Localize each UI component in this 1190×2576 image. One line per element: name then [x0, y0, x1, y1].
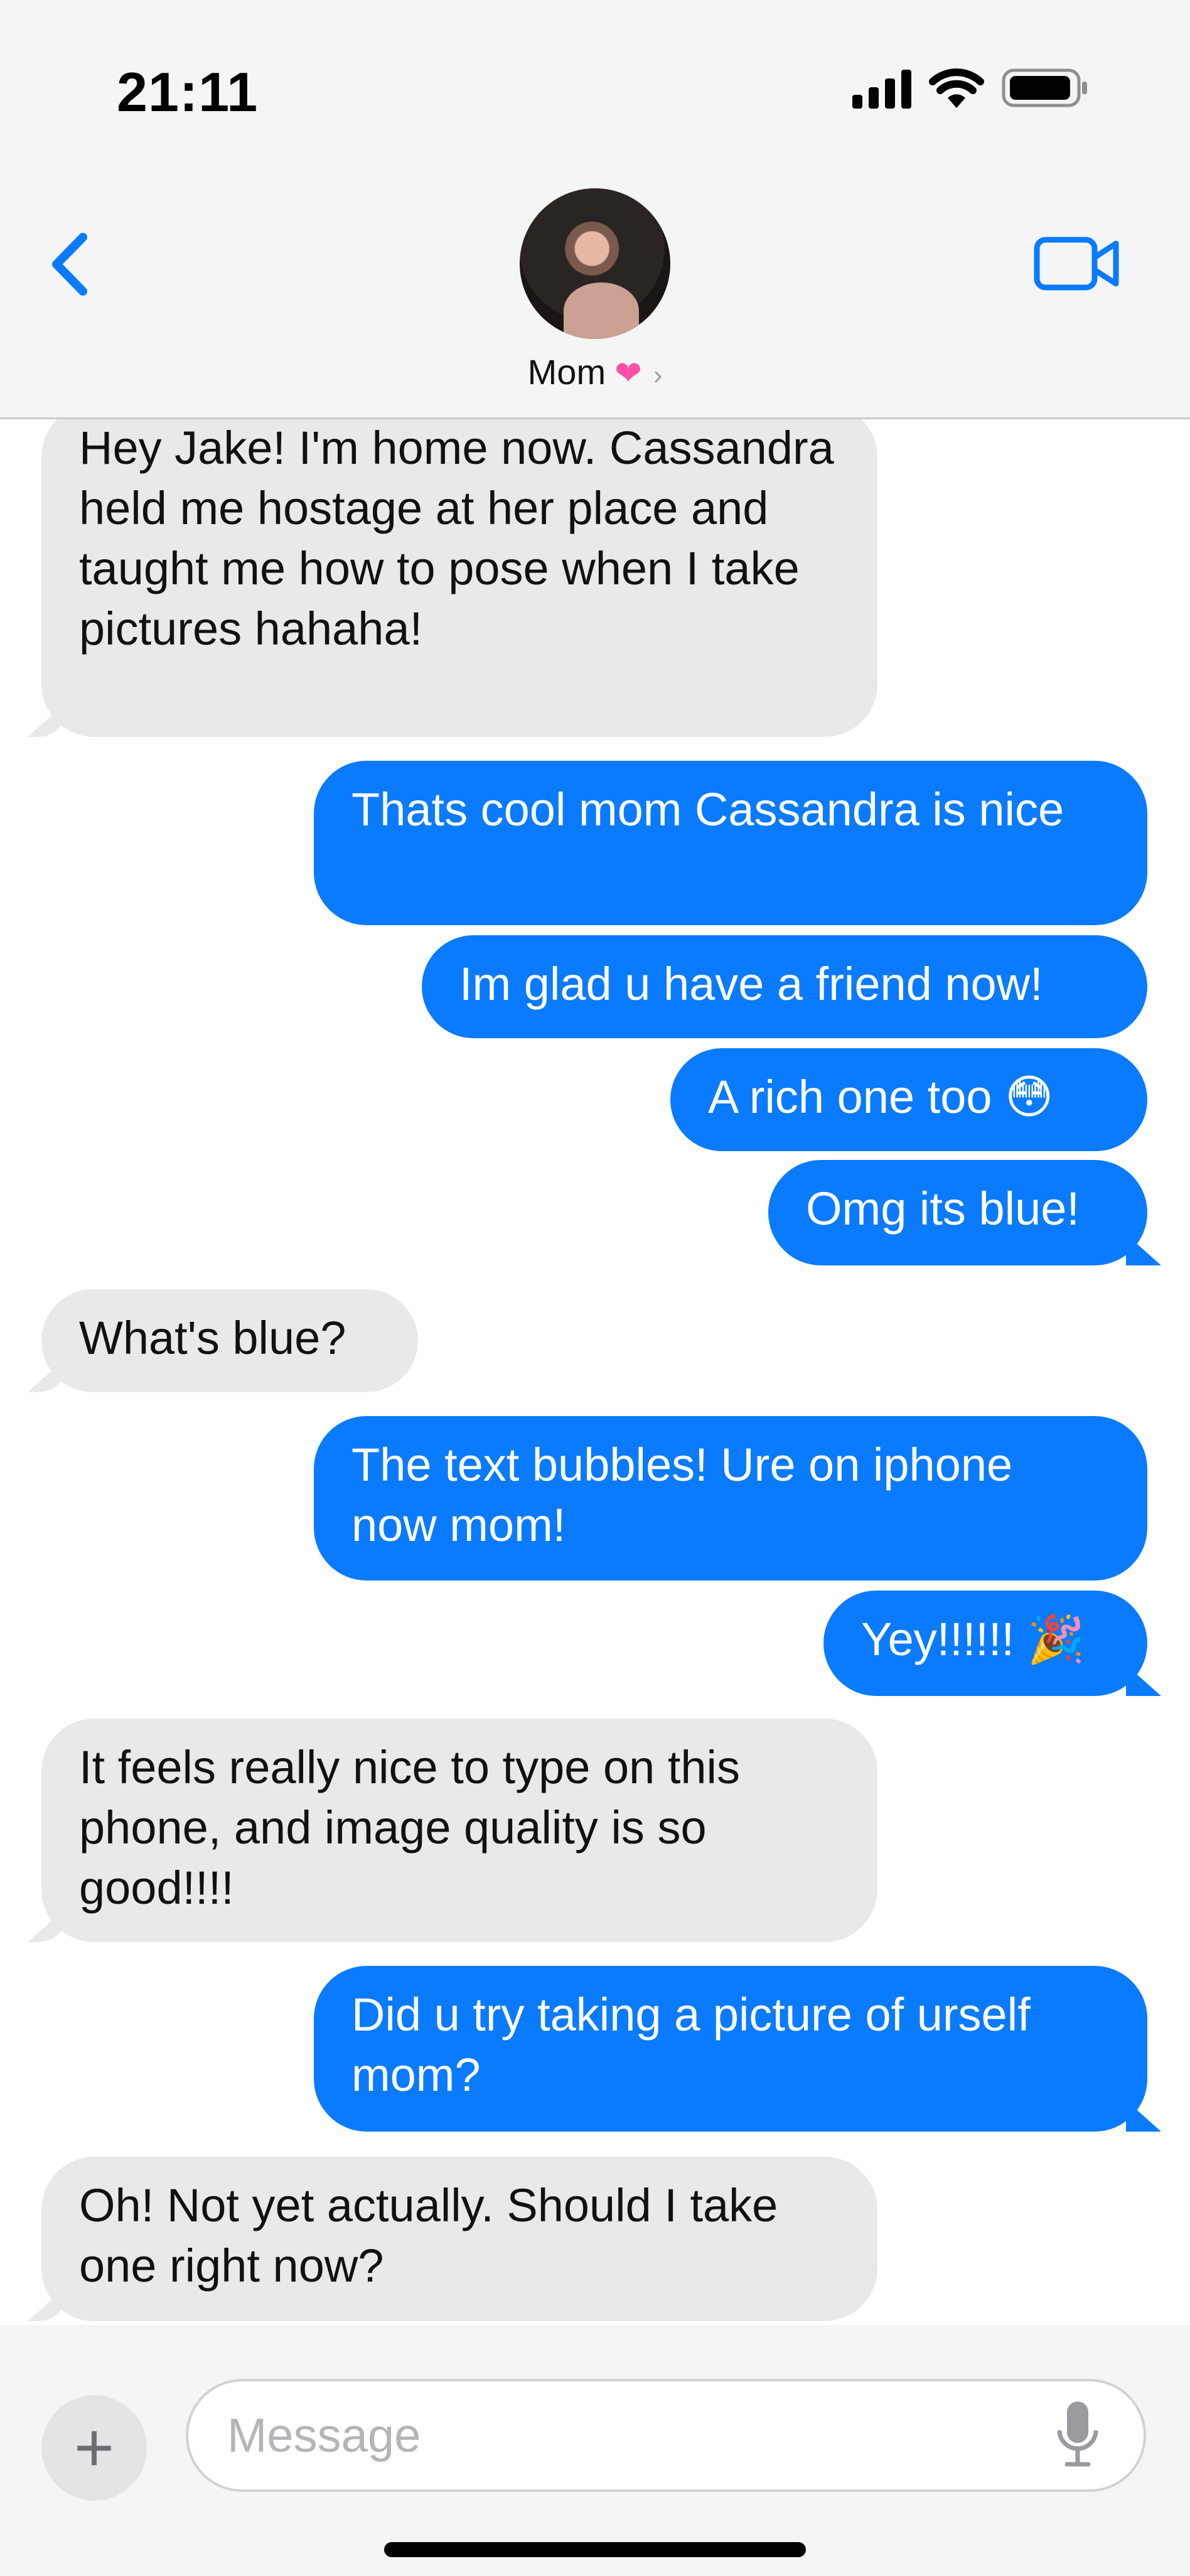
video-call-button[interactable] — [1033, 232, 1121, 295]
conversation-header: 21:11 Mom ❤ › — [0, 0, 1190, 419]
status-time: 21:11 — [117, 61, 259, 123]
message-bubble-sent[interactable]: Im glad u have a friend now! — [422, 935, 1147, 1038]
home-indicator[interactable] — [384, 2542, 806, 2557]
message-bubble-sent[interactable]: Yey!!!!!! 🎉 — [823, 1591, 1147, 1696]
message-bubble-sent[interactable]: Omg its blue! — [768, 1160, 1147, 1265]
plus-button[interactable]: + — [41, 2395, 147, 2501]
message-bubble-sent[interactable]: A rich one too 😳 — [670, 1048, 1147, 1151]
microphone-icon — [1057, 2402, 1098, 2467]
heart-icon: ❤ — [614, 355, 642, 392]
battery-icon — [1002, 67, 1090, 109]
message-bubble-sent[interactable]: The text bubbles! Ure on iphone now mom! — [314, 1416, 1147, 1580]
message-bubble-received[interactable]: Oh! Not yet actually. Should I take one … — [41, 2157, 877, 2321]
contact-name: Mom — [527, 352, 606, 392]
message-bubble-received[interactable]: It feels really nice to type on this pho… — [41, 1719, 877, 1942]
message-bubble-received[interactable]: What's blue? — [41, 1289, 418, 1392]
composer-bar: + — [0, 2325, 1190, 2576]
microphone-button[interactable] — [1056, 2398, 1100, 2473]
video-camera-icon — [1034, 237, 1119, 291]
message-bubble-sent[interactable]: Did u try taking a picture of urself mom… — [314, 1966, 1147, 2132]
status-icons — [852, 63, 1090, 113]
contact-avatar[interactable] — [520, 188, 670, 339]
chevron-right-icon: › — [653, 360, 663, 390]
cellular-signal-icon — [852, 67, 911, 109]
message-bubble-sent[interactable]: Thats cool mom Cassandra is nice — [314, 761, 1147, 925]
back-button[interactable] — [44, 230, 100, 299]
contact-name-button[interactable]: Mom ❤ › — [0, 352, 1190, 392]
message-bubble-received[interactable]: Hey Jake! I'm home now. Cassandra held m… — [41, 404, 877, 737]
chevron-left-icon — [52, 233, 87, 296]
message-input[interactable] — [186, 2379, 1146, 2492]
wifi-icon — [928, 67, 985, 109]
